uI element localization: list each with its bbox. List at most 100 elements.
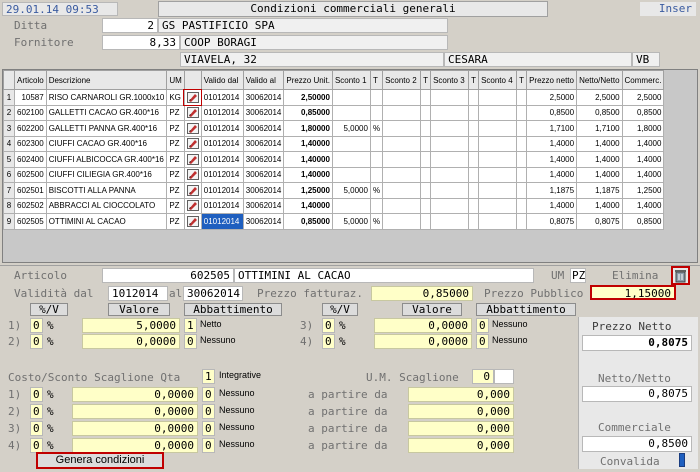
um-cell[interactable]: PZ [166,197,185,214]
ditta-code-field[interactable]: 2 [102,18,158,33]
descrizione-cell[interactable]: CIUFFI ALBICOCCA GR.400*16 [45,151,168,168]
row-number[interactable]: 4 [3,135,15,152]
articolo-cell[interactable]: 602200 [14,120,47,137]
sconto4-cell[interactable] [478,151,518,168]
descrizione-cell[interactable]: BISCOTTI ALLA PANNA [45,182,168,199]
tipo3-cell[interactable] [468,182,480,199]
sconto4-cell[interactable] [478,182,518,199]
grid-col-header-8[interactable]: Sconto 1 [331,70,371,90]
grid-col-header-4[interactable] [183,70,202,90]
sconto1-cell[interactable]: 5,0000 [331,120,371,137]
edit-icon[interactable] [186,138,199,150]
articolo-cell[interactable]: 602502 [14,197,47,214]
scaglione-abb-field[interactable]: 0 [202,404,215,419]
scaglione-valore-field[interactable]: 0,0000 [72,421,198,436]
sconto4-cell[interactable] [478,135,518,152]
articolo-cell[interactable]: 602100 [14,104,47,121]
prezzo-fatt-field[interactable]: 0,85000 [371,286,473,301]
prezzo-unit-cell[interactable]: 1,40000 [283,166,333,183]
articolo-cell[interactable]: 602501 [14,182,47,199]
valido-dal-cell[interactable]: 01012014 [200,166,244,183]
tipo4-cell[interactable] [516,182,528,199]
edit-icon-cell[interactable] [183,197,202,214]
netto-netto-cell[interactable]: 1,4000 [576,135,623,152]
row-number[interactable]: 9 [3,213,15,230]
tipo4-cell[interactable] [516,135,528,152]
grid-col-header-16[interactable]: Prezzo netto [526,70,578,90]
scaglione-abb-field[interactable]: 0 [202,387,215,402]
commerciale-cell[interactable]: 1,2500 [621,182,665,199]
sconto-valore-field[interactable]: 5,0000 [82,318,180,333]
prezzo-netto-cell[interactable]: 2,5000 [526,89,578,106]
valido-al-cell[interactable]: 30062014 [242,151,285,168]
sconto4-cell[interactable] [478,104,518,121]
sconto3-cell[interactable] [430,120,470,137]
prezzo-unit-cell[interactable]: 0,85000 [283,213,333,230]
grid-col-header-12[interactable]: Sconto 3 [430,70,470,90]
sconto3-cell[interactable] [430,135,470,152]
table-row[interactable]: 2 602100 GALLETTI CACAO GR.400*16 PZ 0101201… [3,104,665,121]
tipo3-cell[interactable] [468,213,480,230]
sconto2-cell[interactable] [382,120,422,137]
scaglione-valore-field[interactable]: 0,0000 [72,387,198,402]
scaglione-da-field[interactable]: 0,000 [408,421,514,436]
scaglione-abb-field[interactable]: 0 [202,421,215,436]
sconto2-cell[interactable] [382,89,422,106]
descrizione-cell[interactable]: ABBRACCI AL CIOCCOLATO [45,197,168,214]
commerciale-cell[interactable]: 0,8500 [621,104,665,121]
valido-al-cell[interactable]: 30062014 [242,89,285,106]
tipo1-cell[interactable] [369,135,384,152]
sconto2-cell[interactable] [382,197,422,214]
prezzo-unit-cell[interactable]: 1,25000 [283,182,333,199]
valido-dal-cell[interactable]: 01012014 [200,197,244,214]
netto-netto-cell[interactable]: 0,8500 [576,104,623,121]
abbattimento-code-field[interactable]: 1 [184,318,197,333]
integrative-flag-field[interactable]: 1 [202,369,215,384]
valido-al-cell[interactable]: 30062014 [242,135,285,152]
validita-dal-field[interactable]: 1012014 [108,286,168,301]
genera-condizioni-button[interactable]: Genera condizioni [36,452,164,469]
scaglione-tipo-field[interactable]: 0 [30,438,43,453]
descrizione-cell[interactable]: OTTIMINI AL CACAO [45,213,168,230]
tipo2-cell[interactable] [420,135,432,152]
valido-dal-cell[interactable]: 01012014 [200,151,244,168]
sconto2-cell[interactable] [382,182,422,199]
sconto-tipo-field[interactable]: 0 [322,334,335,349]
um-cell[interactable]: PZ [166,182,185,199]
tipo4-cell[interactable] [516,104,528,121]
scaglione-tipo-field[interactable]: 0 [30,404,43,419]
sconto4-cell[interactable] [478,197,518,214]
netto-netto-cell[interactable]: 2,5000 [576,89,623,106]
tipo3-cell[interactable] [468,89,480,106]
um-cell[interactable]: PZ [166,104,185,121]
tipo2-cell[interactable] [420,197,432,214]
valido-al-cell[interactable]: 30062014 [242,104,285,121]
row-number[interactable]: 2 [3,104,15,121]
tipo2-cell[interactable] [420,104,432,121]
sconto1-cell[interactable]: 5,0000 [331,182,371,199]
articolo-cell[interactable]: 602505 [14,213,47,230]
valido-dal-cell[interactable]: 01012014 [200,135,244,152]
sconto-valore-field[interactable]: 0,0000 [374,334,472,349]
edit-icon[interactable] [186,215,199,227]
conditions-grid[interactable]: Articolo Descrizione UM Valido dal Valido al… [2,69,698,263]
edit-icon-cell[interactable] [183,151,202,168]
scaglione-tipo-field[interactable]: 0 [30,421,43,436]
sconto-valore-field[interactable]: 0,0000 [82,334,180,349]
grid-col-header-6[interactable]: Valido al [242,70,285,90]
tipo4-cell[interactable] [516,213,528,230]
prezzo-netto-cell[interactable]: 1,4000 [526,166,578,183]
sconto-tipo-field[interactable]: 0 [30,334,43,349]
prezzo-netto-cell[interactable]: 1,4000 [526,151,578,168]
commerciale-cell[interactable]: 0,8500 [621,213,665,230]
validita-al-field[interactable]: 30062014 [183,286,243,301]
tipo3-cell[interactable] [468,135,480,152]
sconto2-cell[interactable] [382,213,422,230]
edit-icon[interactable] [186,153,199,165]
sconto2-cell[interactable] [382,166,422,183]
valido-al-cell[interactable]: 30062014 [242,166,285,183]
sconto1-cell[interactable]: 5,0000 [331,213,371,230]
commerciale-cell[interactable]: 1,4000 [621,135,665,152]
tipo1-cell[interactable]: % [369,213,384,230]
row-number[interactable]: 7 [3,182,15,199]
